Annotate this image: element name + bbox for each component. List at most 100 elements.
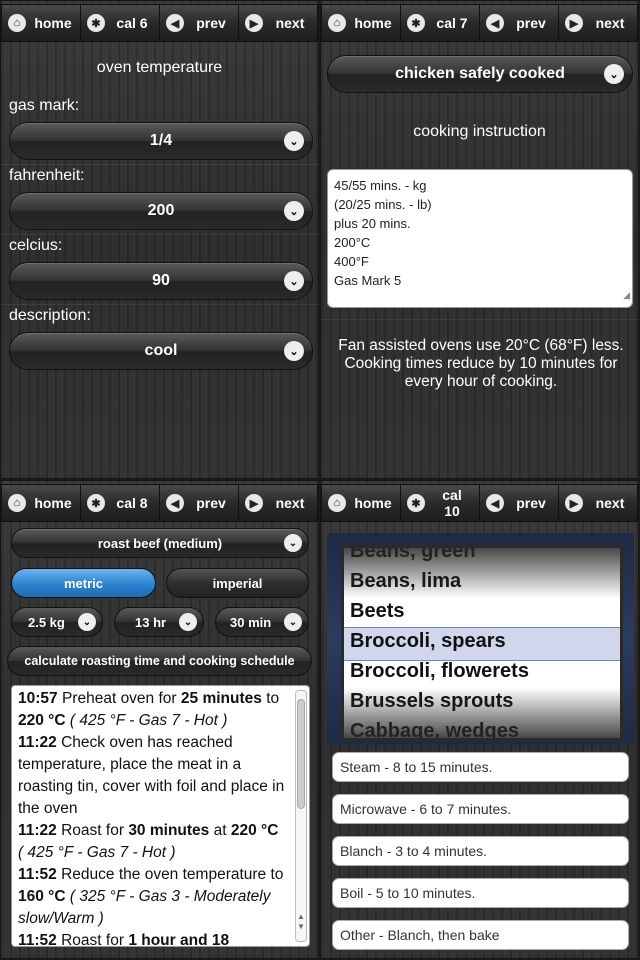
scrollbar[interactable] [295, 690, 307, 942]
schedule-text: Reduce the oven temperature to [61, 866, 284, 883]
instruction-line: plus 20 mins. [334, 216, 411, 231]
chevron-down-icon: ⌄ [284, 271, 304, 291]
chevron-left-icon: ◀ [486, 14, 504, 32]
method-option[interactable]: Boil - 5 to 10 minutes. [332, 878, 629, 908]
chevron-down-icon: ⌄ [284, 201, 304, 221]
calculate-button[interactable]: calculate roasting time and cooking sche… [7, 646, 312, 676]
picker-item-selected[interactable]: Broccoli, spears [350, 630, 506, 653]
schedule-time: 11:22 [18, 734, 57, 751]
home-button[interactable]: ⌂ home [1, 4, 80, 42]
scroll-arrows-icon[interactable]: ▲ ▼ [296, 912, 306, 932]
home-icon: ⌂ [8, 14, 26, 32]
schedule-text: to [266, 690, 280, 707]
chevron-right-icon: ▶ [565, 494, 583, 512]
hour-value: 13 hr [135, 614, 167, 630]
description-select[interactable]: cool ⌄ [9, 332, 313, 370]
schedule-text: Roast for [61, 822, 124, 839]
chevron-down-icon: ⌄ [284, 341, 304, 361]
celcius-value: 90 [152, 272, 170, 289]
home-button[interactable]: ⌂ home [321, 4, 400, 42]
vegetable-picker[interactable]: Beans, green Beans, lima Beets Broccoli,… [341, 545, 623, 741]
chevron-down-icon: ⌄ [179, 613, 197, 631]
instruction-line: 45/55 mins. - kg [334, 178, 427, 193]
divider [1, 164, 318, 165]
picker-item[interactable]: Beets [350, 600, 404, 623]
metric-button[interactable]: metric [11, 568, 156, 598]
next-button[interactable]: ▶ next [238, 484, 318, 522]
scrollbar-thumb[interactable] [297, 699, 305, 809]
prev-button[interactable]: ◀ prev [159, 484, 238, 522]
prev-button[interactable]: ◀ prev [479, 4, 558, 42]
chevron-right-icon: ▶ [245, 494, 263, 512]
instruction-line: (20/25 mins. - lb) [334, 197, 432, 212]
minute-select[interactable]: 30 min ⌄ [215, 607, 309, 637]
home-icon: ⌂ [328, 14, 346, 32]
food-select-value: chicken safely cooked [395, 65, 565, 82]
navbar: ⌂ home ✱ cal 8 ◀ prev ▶ next [1, 481, 318, 527]
resize-handle-icon[interactable]: ◢ [623, 286, 630, 305]
cooking-instruction-label: cooking instruction [413, 123, 546, 140]
home-button[interactable]: ⌂ home [1, 484, 80, 522]
home-icon: ⌂ [8, 494, 26, 512]
meat-select[interactable]: roast beef (medium) ⌄ [11, 528, 309, 558]
schedule-text: Check oven has reached temperature, plac… [18, 734, 285, 817]
next-label: next [595, 15, 625, 31]
method-option[interactable]: Microwave - 6 to 7 minutes. [332, 794, 629, 824]
food-select[interactable]: chicken safely cooked ⌄ [327, 55, 633, 93]
home-button[interactable]: ⌂ home [321, 484, 400, 522]
prev-label: prev [516, 495, 546, 511]
schedule-duration: 30 minutes [128, 822, 210, 839]
divider [1, 304, 318, 305]
schedule-text: at [213, 822, 227, 839]
next-button[interactable]: ▶ next [238, 4, 318, 42]
panel-oven-temperature: ⌂ home ✱ cal 6 ◀ prev ▶ next oven temperatur… [0, 0, 319, 479]
weight-select[interactable]: 2.5 kg ⌄ [11, 607, 103, 637]
cal-button[interactable]: ✱ cal 10 [400, 484, 479, 522]
picker-item[interactable]: Brussels sprouts [350, 690, 513, 713]
cal-button[interactable]: ✱ cal 7 [400, 4, 479, 42]
method-option[interactable]: Other - Blanch, then bake [332, 920, 629, 950]
cal-button[interactable]: ✱ cal 6 [80, 4, 159, 42]
celcius-select[interactable]: 90 ⌄ [9, 262, 313, 300]
gas-mark-select[interactable]: 1/4 ⌄ [9, 122, 313, 160]
schedule-content: 10:57 Preheat oven for 25 minutes to 220… [18, 688, 293, 947]
schedule-temp: 220 °C [230, 822, 279, 839]
picker-item[interactable]: Beans, green [350, 548, 476, 563]
schedule-temp: 220 °C [18, 712, 66, 729]
next-label: next [275, 495, 305, 511]
picker-item[interactable]: Beans, lima [350, 570, 461, 593]
panel-roast-calculator: ⌂ home ✱ cal 8 ◀ prev ▶ next roast beef (med… [0, 480, 319, 959]
chevron-down-icon: ⌄ [604, 64, 624, 84]
chevron-left-icon: ◀ [486, 494, 504, 512]
method-option[interactable]: Steam - 8 to 15 minutes. [332, 752, 629, 782]
schedule-duration: 25 minutes [180, 690, 262, 707]
celcius-label: celcius: [9, 237, 63, 254]
chevron-left-icon: ◀ [166, 14, 184, 32]
imperial-button[interactable]: imperial [166, 568, 309, 598]
prev-button[interactable]: ◀ prev [159, 4, 238, 42]
next-button[interactable]: ▶ next [558, 484, 638, 522]
cal-label: cal 7 [436, 15, 468, 31]
method-option[interactable]: Blanch - 3 to 4 minutes. [332, 836, 629, 866]
home-label: home [34, 15, 72, 31]
cal-button[interactable]: ✱ cal 8 [80, 484, 159, 522]
home-label: home [34, 495, 72, 511]
picker-item[interactable]: Broccoli, flowerets [350, 660, 529, 683]
schedule-text: Roast for [61, 932, 124, 947]
chevron-right-icon: ▶ [565, 14, 583, 32]
schedule-textarea[interactable]: 10:57 Preheat oven for 25 minutes to 220… [11, 685, 310, 947]
next-button[interactable]: ▶ next [558, 4, 638, 42]
gas-mark-label: gas mark: [9, 97, 80, 114]
instruction-textarea[interactable]: 45/55 mins. - kg (20/25 mins. - lb) plus… [327, 169, 633, 308]
minute-value: 30 min [230, 614, 272, 630]
fahrenheit-label: fahrenheit: [9, 167, 85, 184]
navbar: ⌂ home ✱ cal 6 ◀ prev ▶ next [1, 1, 318, 47]
schedule-alt-temp: ( 425 °F - Gas 7 - Hot ) [69, 712, 228, 729]
prev-button[interactable]: ◀ prev [479, 484, 558, 522]
hour-select[interactable]: 13 hr ⌄ [114, 607, 204, 637]
prev-label: prev [516, 15, 546, 31]
schedule-temp: 160 °C [18, 888, 66, 905]
instruction-line: Gas Mark 5 [334, 273, 402, 288]
fahrenheit-select[interactable]: 200 ⌄ [9, 192, 313, 230]
picker-item[interactable]: Cabbage, wedges [350, 720, 519, 738]
